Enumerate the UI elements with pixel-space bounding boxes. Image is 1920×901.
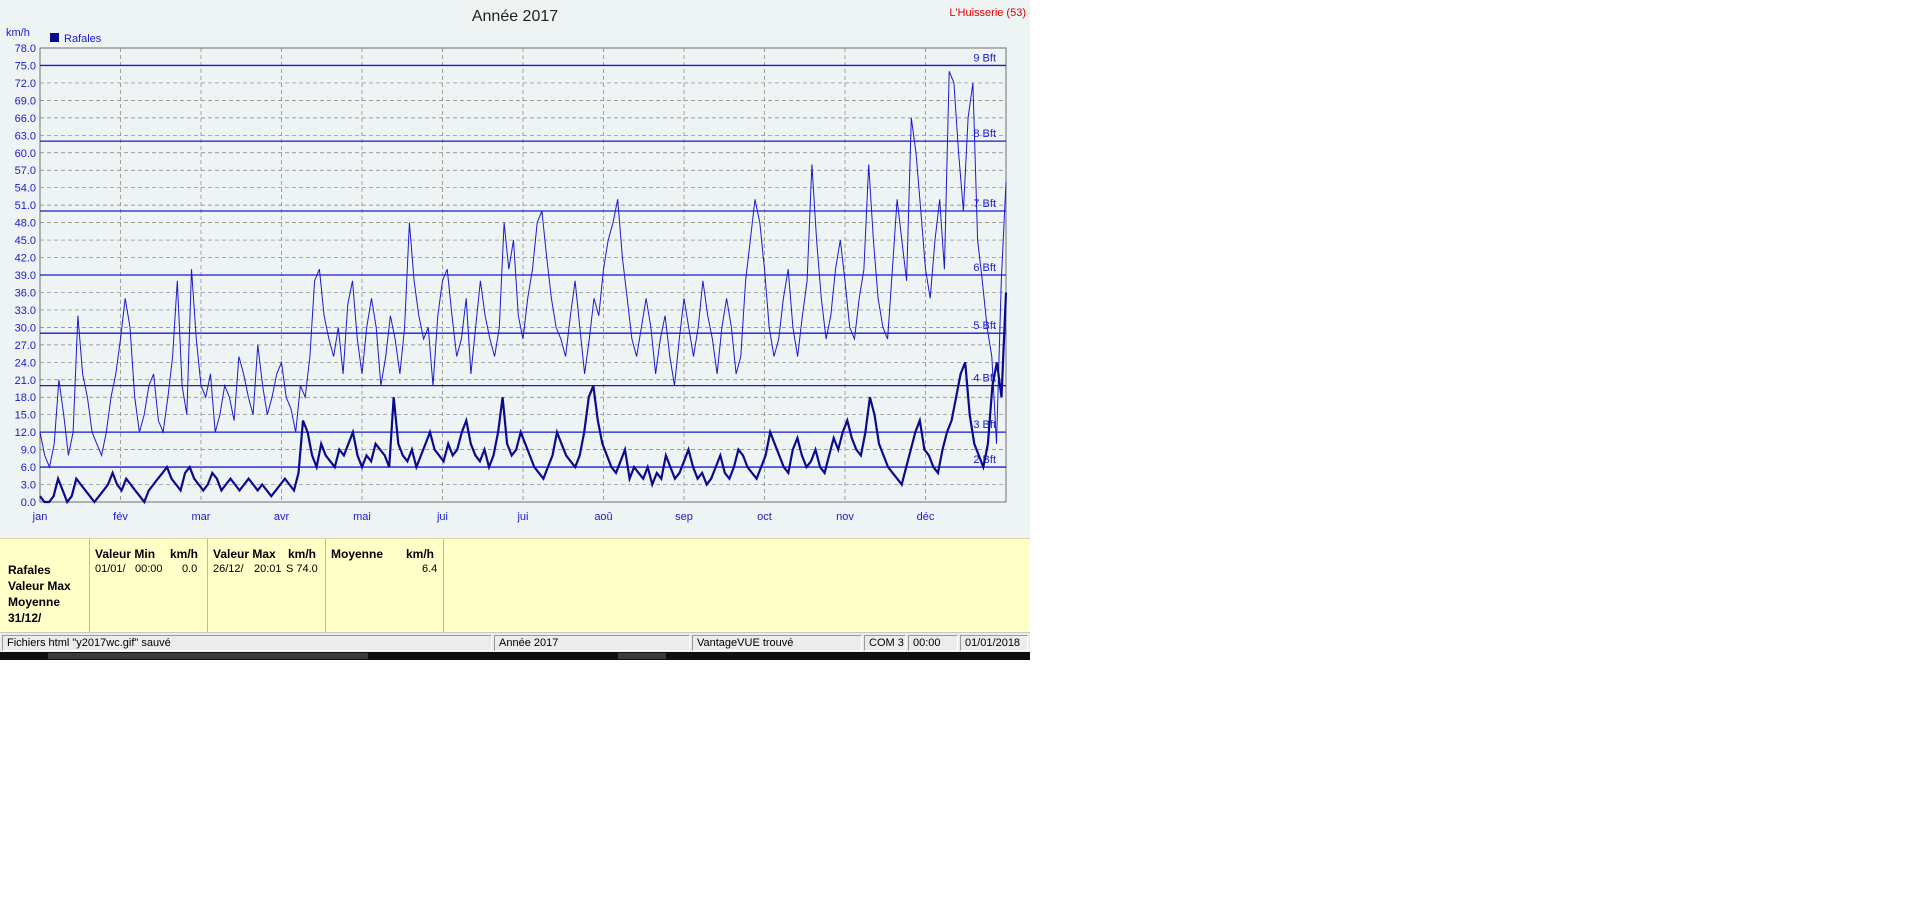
taskbar-strip (0, 652, 1030, 660)
taskbar-button[interactable] (618, 653, 666, 659)
y-tick-label: 69.0 (15, 95, 36, 107)
y-tick-label: 3.0 (21, 480, 36, 492)
chart-panel: Année 2017 L'Huisserie (53) km/h Rafales 0.0… (0, 0, 1030, 538)
y-tick-label: 45.0 (15, 235, 36, 247)
status-port: COM 3 (864, 635, 906, 651)
x-tick-label: nov (836, 511, 854, 523)
max-time: 20:01 (254, 563, 282, 575)
row-label-valeur-max: Valeur Max (8, 579, 71, 593)
beaufort-label: 3 Bft (973, 419, 996, 431)
stats-min-column: Valeur Min km/h 01/01/ 00:00 0.0 (90, 539, 208, 632)
y-tick-label: 39.0 (15, 270, 36, 282)
max-value: S 74.0 (286, 563, 318, 575)
legend-label: Rafales (64, 33, 102, 45)
y-tick-label: 48.0 (15, 218, 36, 230)
statistics-panel: Rafales Valeur Max Moyenne 31/12/ Valeur… (0, 538, 1030, 632)
station-name: L'Huisserie (53) (949, 7, 1026, 19)
y-tick-label: 72.0 (15, 78, 36, 90)
y-tick-label: 42.0 (15, 253, 36, 265)
y-tick-label: 60.0 (15, 148, 36, 160)
beaufort-label: 5 Bft (973, 320, 996, 332)
beaufort-label: 6 Bft (973, 262, 996, 274)
min-unit: km/h (170, 547, 199, 561)
row-label-date: 31/12/ (8, 611, 42, 625)
x-tick-label: mar (192, 511, 211, 523)
min-date: 01/01/ (95, 563, 126, 575)
min-time: 00:00 (135, 563, 163, 575)
min-value: 0.0 (182, 563, 198, 575)
status-period: Année 2017 (494, 635, 690, 651)
beaufort-label: 9 Bft (973, 52, 996, 64)
status-device: VantageVUE trouvé (692, 635, 862, 651)
status-date: 01/01/2018 (960, 635, 1028, 651)
x-tick-label: mai (353, 511, 371, 523)
avg-header: Moyenne (331, 547, 384, 561)
y-tick-label: 15.0 (15, 410, 36, 422)
max-date: 26/12/ (213, 563, 244, 575)
y-tick-label: 0.0 (21, 497, 36, 509)
y-tick-label: 18.0 (15, 392, 36, 404)
min-header: Valeur Min (95, 547, 156, 561)
max-unit: km/h (288, 547, 317, 561)
wind-gust-chart: Année 2017 L'Huisserie (53) km/h Rafales 0.0… (6, 7, 1026, 523)
y-tick-label: 57.0 (15, 165, 36, 177)
stats-avg-column: Moyenne km/h 6.4 (326, 539, 444, 632)
x-tick-label: jui (436, 511, 448, 523)
beaufort-label: 8 Bft (973, 128, 996, 140)
x-tick-label: jui (516, 511, 528, 523)
weather-app-window: Année 2017 L'Huisserie (53) km/h Rafales 0.0… (0, 0, 1030, 660)
stats-row-labels: Rafales Valeur Max Moyenne 31/12/ (0, 539, 90, 632)
y-tick-label: 66.0 (15, 113, 36, 125)
legend-swatch (50, 33, 59, 42)
y-tick-label: 54.0 (15, 183, 36, 195)
y-tick-label: 24.0 (15, 357, 36, 369)
y-tick-label: 63.0 (15, 130, 36, 142)
y-tick-label: 12.0 (15, 427, 36, 439)
x-tick-label: fév (113, 511, 128, 523)
y-tick-label: 6.0 (21, 462, 36, 474)
y-tick-label: 78.0 (15, 43, 36, 55)
y-tick-label: 30.0 (15, 322, 36, 334)
max-header: Valeur Max (213, 547, 276, 561)
x-tick-label: sep (675, 511, 693, 523)
x-tick-label: jan (32, 511, 48, 523)
y-tick-label: 21.0 (15, 375, 36, 387)
x-tick-label: oct (757, 511, 772, 523)
avg-unit: km/h (406, 547, 435, 561)
status-message: Fichiers html "y2017wc.gif" sauvé (2, 635, 492, 651)
status-time: 00:00 (908, 635, 958, 651)
y-tick-label: 33.0 (15, 305, 36, 317)
taskbar-button[interactable] (48, 653, 368, 659)
y-axis-unit-label: km/h (6, 27, 30, 39)
chart-title: Année 2017 (472, 8, 558, 25)
stats-max-column: Valeur Max km/h 26/12/ 20:01 S 74.0 (208, 539, 326, 632)
y-tick-label: 51.0 (15, 200, 36, 212)
y-tick-label: 75.0 (15, 60, 36, 72)
status-bar: Fichiers html "y2017wc.gif" sauvé Année … (0, 632, 1030, 653)
y-tick-label: 27.0 (15, 340, 36, 352)
row-label-rafales: Rafales (8, 563, 51, 577)
x-tick-label: avr (274, 511, 290, 523)
y-tick-label: 9.0 (21, 445, 36, 457)
avg-value: 6.4 (422, 563, 438, 575)
x-tick-label: déc (917, 511, 935, 523)
row-label-moyenne: Moyenne (8, 595, 61, 609)
y-tick-label: 36.0 (15, 287, 36, 299)
x-tick-label: aoû (594, 511, 612, 523)
